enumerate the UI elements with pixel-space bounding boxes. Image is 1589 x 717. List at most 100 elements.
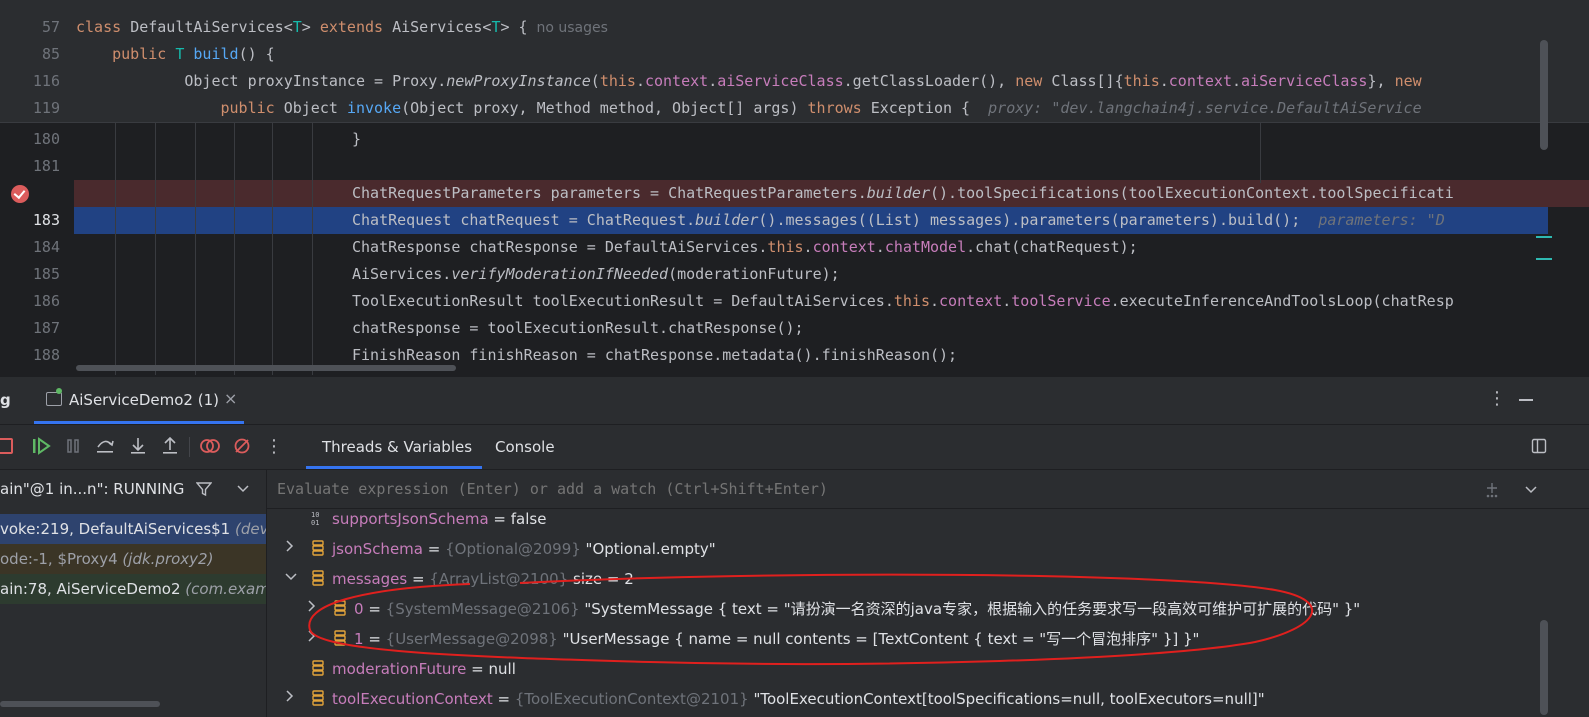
code-token: . [1232,72,1242,90]
line-number[interactable]: 184 [0,238,60,256]
code-token: () { [238,45,275,63]
line-number[interactable]: 181 [0,157,60,175]
variable-value: null [488,660,516,678]
expand-arrow-icon[interactable] [285,534,295,564]
code-line[interactable]: AiServices.verifyModerationIfNeeded(mode… [352,265,840,283]
mute-breakpoints-icon[interactable] [231,435,253,457]
variable-type: {ToolExecutionContext@2101} [514,690,754,708]
code-token: builder [695,211,759,229]
step-into-icon[interactable] [127,435,149,457]
variable-row[interactable]: 10 01 supportsJsonSchema = false [267,504,1537,534]
step-over-icon[interactable] [94,435,116,457]
line-number[interactable]: 185 [0,265,60,283]
variable-row[interactable]: moderationFuture = null [267,654,1537,684]
change-marker [1536,258,1552,260]
more-actions-icon[interactable]: ⋮ [263,435,285,457]
code-line[interactable]: ChatRequestParameters parameters = ChatR… [352,184,1454,202]
line-number[interactable]: 187 [0,319,60,337]
frame-method: ain:78, AiServiceDemo2 [0,580,186,598]
minimize-icon[interactable] [1519,399,1533,401]
code-token: .chat(chatRequest); [966,238,1138,256]
variable-type: {Optional@2099} [445,540,586,558]
debug-panel: g AiServiceDemo2 (1) × ⋮ ⋮ Threads & Var… [0,377,1589,717]
variable-row[interactable]: 1 = {UserMessage@2098} "UserMessage { na… [267,624,1537,654]
tab-console[interactable]: Console [495,438,555,456]
horizontal-scrollbar[interactable] [76,365,456,371]
usage-hint[interactable]: no usages [528,20,607,36]
stop-icon[interactable] [0,435,16,457]
line-number[interactable]: 188 [0,346,60,364]
stack-frame[interactable]: ain:78, AiServiceDemo2 (com.examp [0,574,266,604]
run-config-tab[interactable]: AiServiceDemo2 (1) × [44,377,244,421]
chevron-down-icon[interactable] [237,484,249,494]
code-token: ChatRequestParameters parameters = ChatR… [352,184,867,202]
code-token: aiServiceClass [1241,72,1368,90]
code-line[interactable]: FinishReason finishReason = chatResponse… [352,346,957,364]
code-token: context [644,72,709,90]
expand-arrow-icon[interactable] [285,684,295,714]
view-breakpoints-icon[interactable] [199,435,221,457]
chevron-down-icon[interactable] [1525,485,1537,495]
code-token: public [220,99,284,117]
debug-toolbar: ⋮ Threads & Variables Console [0,425,1589,470]
line-number[interactable]: 183 [0,211,60,229]
sticky-line[interactable]: 116 Object proxyInstance = Proxy.newProx… [0,68,1589,96]
code-token: ( [590,72,600,90]
right-margin-guide [1260,123,1261,183]
equals-sign: = [407,570,430,588]
stack-frame[interactable]: ode:-1, $Proxy4 (jdk.proxy2) [0,544,266,574]
sticky-line[interactable]: 57 class DefaultAiServices<T> extends Ai… [0,14,1589,42]
breakpoint-icon[interactable] [11,185,29,203]
object-field-icon [311,656,325,676]
expand-arrow-icon[interactable] [307,594,317,624]
code-token: public [112,45,176,63]
variables-scrollbar[interactable] [1540,620,1548,715]
code-editor[interactable]: 57 class DefaultAiServices<T> extends Ai… [0,0,1589,375]
frames-scrollbar[interactable] [0,701,160,707]
code-line[interactable]: } [352,130,361,148]
variable-value: size = 2 [573,570,634,588]
equals-sign: = [466,660,489,678]
svg-text:01: 01 [311,519,319,526]
code-token: AiServices. [352,265,452,283]
filter-icon[interactable] [196,481,212,497]
code-line[interactable]: chatResponse = toolExecutionResult.chatR… [352,319,804,337]
code-token: } [352,130,362,148]
layout-settings-icon[interactable] [1528,435,1550,457]
line-number: 116 [32,72,60,90]
thread-selector[interactable]: ain"@1 in...n": RUNNING [0,470,266,508]
resume-icon[interactable] [30,435,52,457]
variable-row[interactable]: 0 = {SystemMessage@2106} "SystemMessage … [267,594,1537,624]
code-token: this [1123,72,1160,90]
code-line[interactable]: ToolExecutionResult toolExecutionResult … [352,292,1454,310]
evaluate-input[interactable] [275,476,1459,502]
add-watch-icon[interactable] [1483,481,1501,499]
stack-frame[interactable]: voke:219, DefaultAiServices$1 (dev.la [0,514,266,544]
object-field-icon [311,566,325,586]
collapse-arrow-icon[interactable] [285,564,297,594]
line-number[interactable]: 180 [0,130,60,148]
code-line[interactable]: ChatRequest chatRequest = ChatRequest.bu… [352,211,1445,229]
frame-package: (com.examp [185,580,266,598]
variable-type: {ArrayList@2100} [429,570,573,588]
expand-arrow-icon[interactable] [307,624,317,654]
close-tab-icon[interactable]: × [224,389,237,408]
frame-package: (dev.la [235,520,266,538]
code-line[interactable]: ChatResponse chatResponse = DefaultAiSer… [352,238,1138,256]
sticky-line[interactable]: 85 public T build() { [0,41,1589,69]
variable-row[interactable]: messages = {ArrayList@2100} size = 2 [267,564,1537,594]
pause-icon[interactable] [62,435,84,457]
tab-threads-variables[interactable]: Threads & Variables [322,438,472,456]
code-token: > [301,18,320,36]
sticky-line[interactable]: 119 public Object invoke(Object proxy, M… [0,95,1589,123]
vertical-scrollbar[interactable] [1540,40,1548,150]
line-number[interactable]: 186 [0,292,60,310]
object-field-icon [333,596,347,616]
step-out-icon[interactable] [159,435,181,457]
more-options-icon[interactable]: ⋮ [1488,388,1506,409]
variable-row[interactable]: jsonSchema = {Optional@2099} "Optional.e… [267,534,1537,564]
object-field-icon [311,686,325,706]
code-token: parameters: "D [1318,211,1445,229]
variable-row[interactable]: toolExecutionContext = {ToolExecutionCon… [267,684,1537,714]
